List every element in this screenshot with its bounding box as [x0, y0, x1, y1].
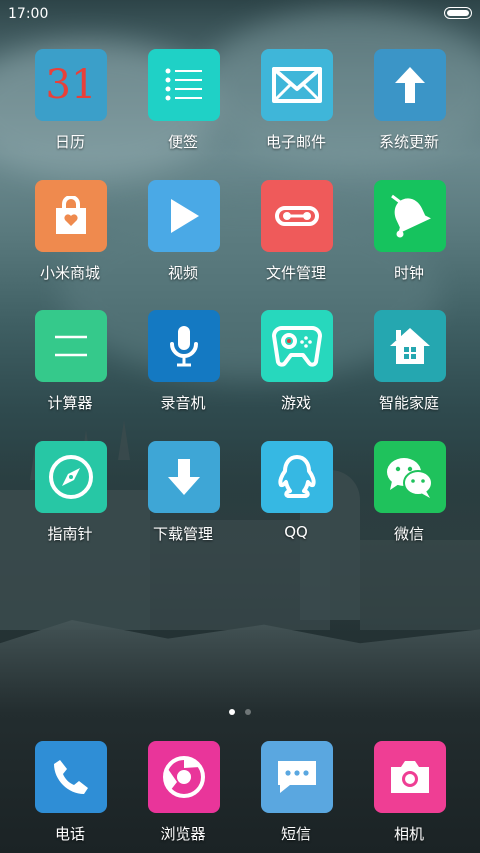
smart-home-icon[interactable] — [374, 310, 446, 382]
compass-icon[interactable] — [35, 441, 107, 513]
apps-app-microphone[interactable]: 录音机 — [127, 310, 239, 430]
apps-app-notes[interactable]: 便签 — [127, 49, 239, 169]
clock-bell-icon[interactable] — [374, 180, 446, 252]
notes-icon[interactable] — [148, 49, 220, 121]
shopping-bag-icon[interactable] — [35, 180, 107, 252]
calendar-icon[interactable]: 31 — [35, 49, 107, 121]
update-arrow-icon[interactable] — [374, 49, 446, 121]
apps-app-calculator[interactable]: 计算器 — [14, 310, 126, 430]
apps-app-calendar[interactable]: 31 日历 — [14, 49, 126, 169]
page-dot-2[interactable] — [245, 709, 251, 715]
app-label: QQ — [284, 523, 308, 541]
apps-app-wechat[interactable]: 微信 — [353, 441, 465, 561]
apps-app-shopping-bag[interactable]: 小米商城 — [14, 180, 126, 300]
gamepad-icon[interactable] — [261, 310, 333, 382]
dock-app-browser[interactable]: 浏览器 — [127, 741, 239, 853]
app-label: 录音机 — [160, 394, 206, 412]
status-bar: 17:00 — [0, 0, 480, 28]
apps-app-mail[interactable]: 电子邮件 — [240, 49, 352, 169]
download-icon[interactable] — [148, 441, 220, 513]
app-label: 计算器 — [47, 394, 93, 412]
app-label: 系统更新 — [378, 133, 439, 151]
apps-app-smart-home[interactable]: 智能家庭 — [353, 310, 465, 430]
app-label: 短信 — [280, 825, 311, 843]
apps-app-file-manager[interactable]: 文件管理 — [240, 180, 352, 300]
apps-app-qq-penguin[interactable]: QQ — [240, 441, 352, 561]
app-label: 文件管理 — [265, 264, 326, 282]
app-label: 电话 — [54, 825, 85, 843]
battery-icon — [444, 7, 472, 19]
apps-app-play[interactable]: 视频 — [127, 180, 239, 300]
dock-app-camera[interactable]: 相机 — [353, 741, 465, 853]
camera-icon[interactable] — [374, 741, 446, 813]
status-time: 17:00 — [8, 6, 49, 22]
dock-app-phone[interactable]: 电话 — [14, 741, 126, 853]
app-label: 浏览器 — [160, 825, 206, 843]
page-dot-1[interactable] — [229, 709, 235, 715]
app-label: 便签 — [167, 133, 198, 151]
browser-icon[interactable] — [148, 741, 220, 813]
apps-app-compass[interactable]: 指南针 — [14, 441, 126, 561]
app-label: 指南针 — [47, 525, 93, 543]
app-label: 视频 — [167, 264, 198, 282]
app-label: 相机 — [393, 825, 424, 843]
apps-app-update-arrow[interactable]: 系统更新 — [353, 49, 465, 169]
app-label: 下载管理 — [152, 525, 213, 543]
message-icon[interactable] — [261, 741, 333, 813]
apps-app-gamepad[interactable]: 游戏 — [240, 310, 352, 430]
dock-app-message[interactable]: 短信 — [240, 741, 352, 853]
app-label: 智能家庭 — [378, 394, 439, 412]
file-manager-icon[interactable] — [261, 180, 333, 252]
play-icon[interactable] — [148, 180, 220, 252]
page-indicator — [0, 700, 480, 719]
app-label: 电子邮件 — [265, 133, 326, 151]
app-label: 微信 — [393, 525, 424, 543]
calculator-icon[interactable] — [35, 310, 107, 382]
mail-icon[interactable] — [261, 49, 333, 121]
phone-icon[interactable] — [35, 741, 107, 813]
apps-app-clock-bell[interactable]: 时钟 — [353, 180, 465, 300]
apps-app-download[interactable]: 下载管理 — [127, 441, 239, 561]
qq-penguin-icon[interactable] — [261, 441, 333, 513]
calendar-date-text: 31 — [45, 62, 97, 108]
app-label: 游戏 — [280, 394, 311, 412]
app-label: 时钟 — [393, 264, 424, 282]
wechat-icon[interactable] — [374, 441, 446, 513]
microphone-icon[interactable] — [148, 310, 220, 382]
app-label: 日历 — [54, 133, 85, 151]
app-label: 小米商城 — [39, 264, 100, 282]
